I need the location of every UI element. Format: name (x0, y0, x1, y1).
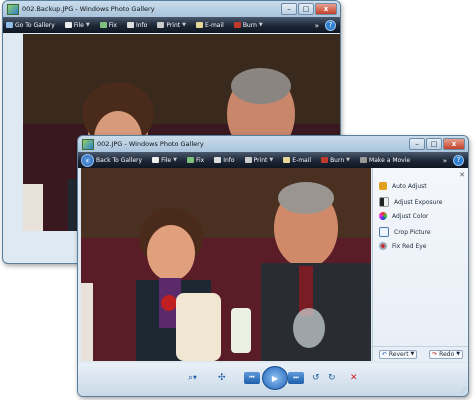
fix-red-eye-item[interactable]: Fix Red Eye (379, 242, 426, 250)
slideshow-icon: ▶ (271, 373, 279, 383)
redo-button[interactable]: ↷ Redo ▼ (429, 349, 464, 359)
minimize-button[interactable]: – (409, 138, 425, 150)
film-icon (360, 157, 368, 163)
front-window: 002.JPG - Windows Photo Gallery – □ x ‹ … (77, 135, 469, 397)
gallery-app-icon (82, 138, 94, 150)
zoom-button[interactable]: ⌕ ▼ (188, 370, 197, 386)
auto-adjust-item[interactable]: Auto Adjust (379, 182, 427, 190)
resize-grip-icon[interactable]: ⋰ (460, 387, 466, 394)
help-icon[interactable]: ? (453, 155, 464, 166)
actual-size-button[interactable]: ✣ (218, 370, 226, 386)
minimize-button[interactable]: – (281, 3, 297, 15)
next-icon: ⏭ (293, 374, 299, 381)
file-menu[interactable]: File ▼ (152, 157, 177, 164)
fit-window-icon: ✣ (218, 373, 226, 383)
disc-icon (233, 22, 241, 28)
email-icon (196, 22, 203, 28)
print-menu[interactable]: Print ▼ (244, 157, 274, 164)
chevron-down-icon: ▼ (85, 22, 90, 28)
crop-icon (379, 227, 389, 237)
chevron-down-icon: ▼ (193, 375, 197, 381)
printer-icon (244, 157, 252, 163)
adjust-color-item[interactable]: Adjust Color (379, 212, 428, 220)
email-button[interactable]: E-mail (283, 157, 311, 164)
maximize-button[interactable]: □ (298, 3, 314, 15)
fix-button[interactable]: Fix (186, 157, 204, 164)
file-icon (152, 157, 160, 163)
chevron-down-icon: ▼ (258, 22, 263, 28)
front-photo-image (81, 168, 371, 361)
eye-icon (379, 242, 387, 250)
fix-icon (186, 157, 194, 163)
exposure-icon (379, 197, 389, 207)
previous-icon: ⏮ (249, 374, 255, 381)
info-icon (126, 22, 134, 28)
close-button[interactable]: x (315, 3, 337, 15)
chevron-down-icon: ▼ (182, 22, 186, 28)
info-button[interactable]: Info (214, 157, 235, 164)
fix-button[interactable]: Fix (99, 22, 117, 29)
make-a-movie-button[interactable]: Make a Movie (360, 157, 410, 164)
burn-menu[interactable]: Burn ▼ (233, 22, 263, 29)
slideshow-button[interactable]: ▶ (262, 366, 288, 390)
chevron-down-icon: ▼ (269, 157, 274, 163)
fix-pane: ✕ Auto Adjust Adjust Exposure Adjust Col… (372, 168, 468, 361)
info-button[interactable]: Info (126, 22, 147, 29)
redo-icon: ↷ (432, 350, 438, 358)
go-to-gallery-button[interactable]: Go To Gallery (6, 22, 55, 29)
file-menu[interactable]: File ▼ (64, 22, 90, 29)
rotate-ccw-icon: ↺ (312, 373, 320, 383)
close-button[interactable]: x (443, 138, 465, 150)
info-icon (214, 157, 222, 163)
print-menu[interactable]: Print ▼ (157, 22, 186, 29)
fix-icon (99, 22, 107, 28)
wand-icon (379, 182, 387, 190)
help-icon[interactable]: ? (325, 20, 336, 31)
chevron-down-icon: ▼ (456, 351, 461, 357)
adjust-exposure-item[interactable]: Adjust Exposure (379, 197, 442, 207)
disc-icon (321, 157, 329, 163)
revert-button[interactable]: ↶ Revert ▼ (378, 349, 418, 359)
playback-controls: ⌕ ▼ ✣ ⏮ ▶ ⏭ ↺ ↻ ✕ ⋰ (78, 363, 468, 396)
email-button[interactable]: E-mail (196, 22, 224, 29)
fix-pane-footer: ↶ Revert ▼ ↷ Redo ▼ (373, 346, 468, 361)
printer-icon (157, 22, 165, 28)
front-photo-view (81, 168, 371, 361)
back-titlebar[interactable]: 002.Backup.JPG - Windows Photo Gallery –… (3, 1, 340, 17)
more-commands-button[interactable]: » (443, 157, 447, 165)
rotate-cw-button[interactable]: ↻ (328, 370, 336, 386)
next-button[interactable]: ⏭ (288, 372, 304, 384)
back-to-gallery-button[interactable]: ‹ Back To Gallery (81, 153, 142, 167)
rotate-cw-icon: ↻ (328, 373, 336, 383)
back-arrow-icon: ‹ (81, 153, 94, 167)
gallery-app-icon (7, 3, 19, 15)
burn-menu[interactable]: Burn ▼ (321, 157, 350, 164)
back-toolbar: Go To Gallery File ▼ Fix Info Print ▼ E-… (3, 17, 340, 33)
close-pane-icon[interactable]: ✕ (459, 171, 465, 179)
back-window-title: 002.Backup.JPG - Windows Photo Gallery (22, 5, 155, 13)
file-icon (64, 22, 72, 28)
front-toolbar: ‹ Back To Gallery File ▼ Fix Info Print … (78, 152, 468, 168)
chevron-down-icon: ▼ (173, 157, 177, 163)
rotate-ccw-button[interactable]: ↺ (312, 370, 320, 386)
previous-button[interactable]: ⏮ (244, 372, 260, 384)
front-titlebar[interactable]: 002.JPG - Windows Photo Gallery – □ x (78, 136, 468, 152)
gallery-icon (6, 22, 13, 28)
crop-picture-item[interactable]: Crop Picture (379, 227, 431, 237)
maximize-button[interactable]: □ (426, 138, 442, 150)
front-window-title: 002.JPG - Windows Photo Gallery (97, 140, 204, 148)
delete-icon: ✕ (350, 373, 358, 383)
chevron-down-icon: ▼ (346, 157, 351, 163)
chevron-down-icon: ▼ (410, 351, 415, 357)
more-commands-button[interactable]: » (315, 22, 319, 30)
color-icon (379, 212, 387, 220)
delete-button[interactable]: ✕ (350, 370, 358, 386)
revert-icon: ↶ (381, 350, 387, 358)
email-icon (283, 157, 291, 163)
